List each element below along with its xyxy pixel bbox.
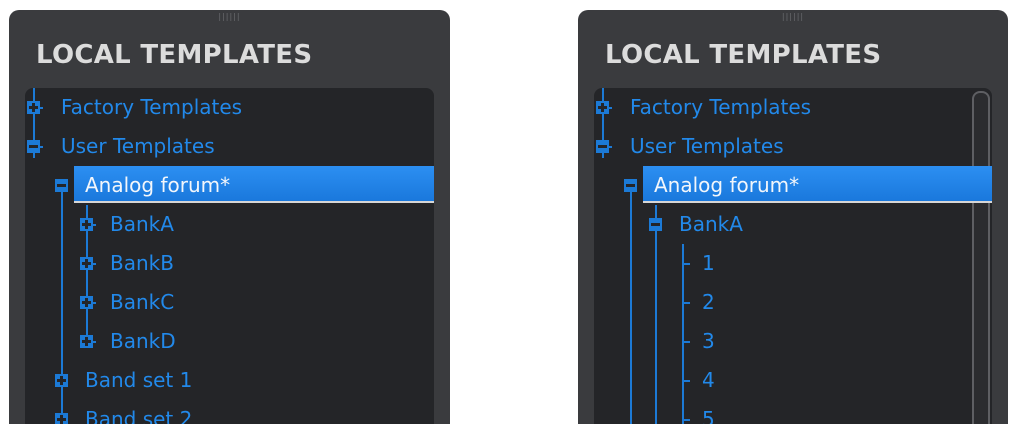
tree-row-label: 2: [702, 290, 715, 314]
tree-row-bankb[interactable]: BankB: [25, 244, 434, 283]
tree-row-label: BankD: [110, 329, 176, 353]
tree-row-factory-templates[interactable]: Factory Templates: [25, 88, 434, 127]
local-templates-panel-right: |||||| LOCAL TEMPLATES Factory Templates…: [578, 10, 1008, 424]
tree-row-bankd[interactable]: BankD: [25, 322, 434, 361]
tree-row-band-set-1[interactable]: Band set 1: [25, 361, 434, 400]
tree-row-label: BankA: [110, 212, 174, 236]
plus-box-icon[interactable]: [80, 257, 93, 270]
tree-row-user-templates[interactable]: User Templates: [25, 127, 434, 166]
plus-box-icon[interactable]: [55, 413, 68, 424]
panel-title: LOCAL TEMPLATES: [605, 40, 882, 70]
tree-row-label: BankB: [110, 251, 174, 275]
tree-row-user-templates[interactable]: User Templates: [594, 127, 992, 166]
tree-row-label: User Templates: [61, 134, 215, 158]
template-tree: Factory Templates User Templates Analog …: [25, 88, 434, 424]
plus-box-icon[interactable]: [596, 101, 609, 114]
plus-box-icon[interactable]: [80, 296, 93, 309]
plus-box-icon[interactable]: [80, 335, 93, 348]
tree-row-preset-5[interactable]: 5: [594, 400, 992, 424]
local-templates-panel-left: |||||| LOCAL TEMPLATES Factory Templates…: [9, 10, 450, 424]
tree-row-label: 1: [702, 251, 715, 275]
tree-row-preset-2[interactable]: 2: [594, 283, 992, 322]
tree-row-preset-3[interactable]: 3: [594, 322, 992, 361]
tree-row-analog-forum[interactable]: Analog forum*: [594, 166, 992, 205]
tree-row-preset-1[interactable]: 1: [594, 244, 992, 283]
tree-row-label: Analog forum*: [85, 173, 231, 197]
tree-row-label: 4: [702, 368, 715, 392]
tree-row-label: Factory Templates: [61, 95, 243, 119]
tree-row-label: BankA: [679, 212, 743, 236]
tree-row-bankc[interactable]: BankC: [25, 283, 434, 322]
tree-row-label: Analog forum*: [654, 173, 800, 197]
panel-title: LOCAL TEMPLATES: [36, 40, 313, 70]
tree-row-preset-4[interactable]: 4: [594, 361, 992, 400]
tree-row-label: User Templates: [630, 134, 784, 158]
minus-box-icon[interactable]: [624, 179, 637, 192]
tree-row-label: BankC: [110, 290, 175, 314]
minus-box-icon[interactable]: [596, 140, 609, 153]
drag-grip-icon[interactable]: ||||||: [218, 13, 240, 21]
minus-box-icon[interactable]: [55, 179, 68, 192]
tree-row-analog-forum[interactable]: Analog forum*: [25, 166, 434, 205]
tree-row-banka[interactable]: BankA: [25, 205, 434, 244]
plus-box-icon[interactable]: [27, 101, 40, 114]
tree-row-label: Band set 1: [85, 368, 193, 392]
tree-row-factory-templates[interactable]: Factory Templates: [594, 88, 992, 127]
minus-box-icon[interactable]: [649, 218, 662, 231]
tree-row-banka[interactable]: BankA: [594, 205, 992, 244]
minus-box-icon[interactable]: [27, 140, 40, 153]
drag-grip-icon[interactable]: ||||||: [782, 13, 804, 21]
plus-box-icon[interactable]: [55, 374, 68, 387]
tree-row-label: 3: [702, 329, 715, 353]
plus-box-icon[interactable]: [80, 218, 93, 231]
tree-row-label: Factory Templates: [630, 95, 812, 119]
tree-row-label: 5: [702, 407, 715, 424]
tree-row-label: Band set 2: [85, 407, 193, 424]
tree-row-band-set-2[interactable]: Band set 2: [25, 400, 434, 424]
template-tree: Factory Templates User Templates Analog …: [594, 88, 992, 424]
